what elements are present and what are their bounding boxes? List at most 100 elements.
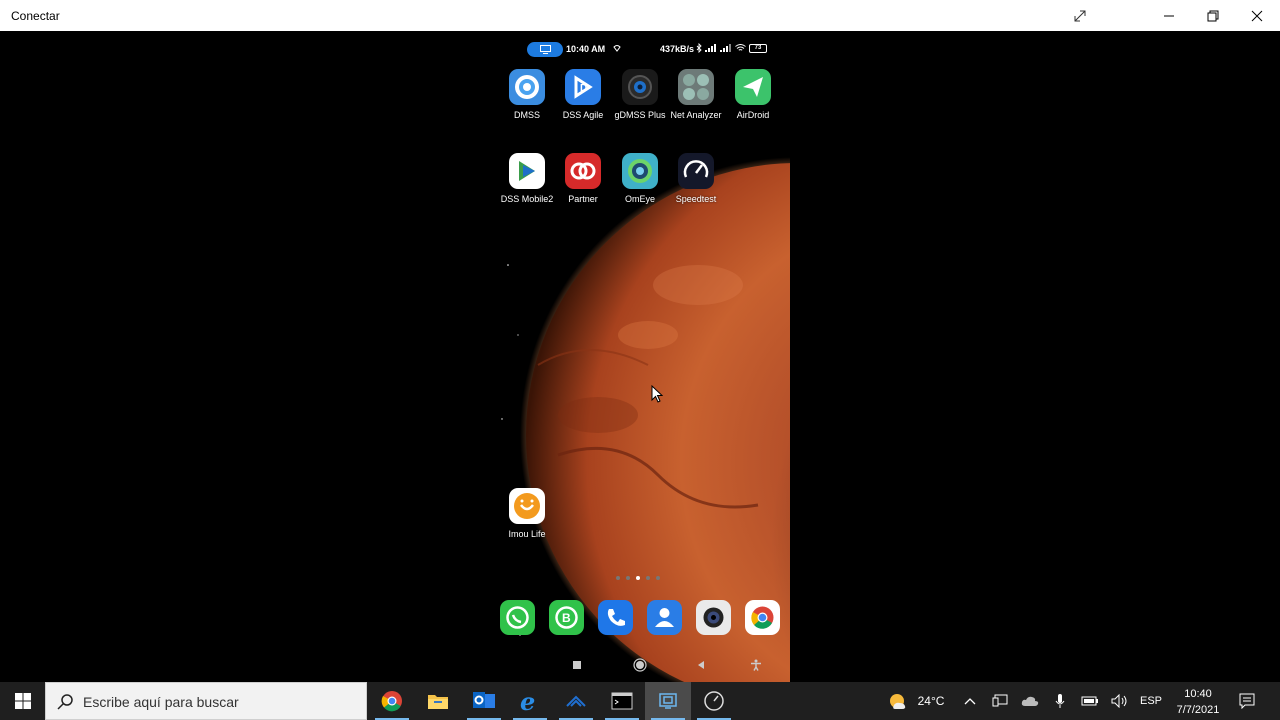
speedtest-icon <box>678 153 714 189</box>
remote-screen[interactable]: 10:40 AM 437kB/s 73 DMSS D DSS Agile gDM… <box>0 31 1280 686</box>
app-dss-agile[interactable]: D DSS Agile <box>553 69 613 120</box>
accessibility-icon[interactable] <box>748 657 764 673</box>
search-icon <box>57 694 73 710</box>
camera-icon[interactable] <box>696 600 731 635</box>
clock-date: 7/7/2021 <box>1176 704 1220 716</box>
onedrive-icon[interactable] <box>1018 682 1042 720</box>
chrome-icon <box>381 691 402 712</box>
outlook-icon <box>473 692 495 708</box>
imou-life-icon <box>509 488 545 524</box>
signal-icon-2 <box>720 44 731 52</box>
chrome-icon[interactable] <box>745 600 780 635</box>
wifi-icon <box>735 44 746 51</box>
clock-app-icon <box>704 691 724 711</box>
page-dot[interactable] <box>646 576 650 580</box>
whatsapp-business-icon[interactable]: B <box>549 600 584 635</box>
volume-icon[interactable] <box>1108 682 1132 720</box>
signal-icon <box>705 44 716 52</box>
terminal-icon <box>611 692 633 710</box>
network-speed: 437kB/s <box>660 44 695 54</box>
mouse-cursor-icon <box>651 385 663 403</box>
app-omeye[interactable]: OmEye <box>610 153 670 204</box>
svg-text:D: D <box>580 83 587 94</box>
app-label: gDMSS Plus <box>614 110 666 120</box>
edge-icon: e <box>520 690 535 712</box>
taskbar-file-explorer[interactable] <box>415 682 461 720</box>
app-imou-life[interactable]: Imou Life <box>498 488 557 539</box>
app-gdmss-plus[interactable]: gDMSS Plus <box>610 69 670 120</box>
dock: B <box>498 600 790 636</box>
taskbar-clock[interactable]: 10:40 7/7/2021 <box>1168 686 1228 718</box>
net-analyzer-icon <box>678 69 714 105</box>
app-airdroid[interactable]: AirDroid <box>723 69 783 120</box>
bluetooth-icon <box>696 43 702 53</box>
title-bar: Conectar <box>0 0 1280 31</box>
page-dot-active[interactable] <box>636 576 640 580</box>
weather-temp[interactable]: 24°C <box>912 682 950 720</box>
back-icon[interactable] <box>693 657 709 673</box>
restore-icon[interactable] <box>1191 0 1235 31</box>
svg-text:B: B <box>562 611 571 625</box>
expand-icon[interactable] <box>1058 0 1102 31</box>
microphone-icon[interactable] <box>1048 682 1072 720</box>
minimize-icon[interactable] <box>1147 0 1191 31</box>
language-indicator[interactable]: ESP <box>1136 682 1166 720</box>
recents-icon[interactable] <box>569 657 585 673</box>
app-label: DSS Mobile2 <box>500 194 554 204</box>
remote-connect-icon <box>659 693 677 709</box>
app-label: Net Analyzer <box>670 110 722 120</box>
battery-level: 73 <box>754 45 762 51</box>
windows-start-icon[interactable] <box>0 682 45 720</box>
dss-agile-icon: D <box>565 69 601 105</box>
page-dot[interactable] <box>626 576 630 580</box>
airdroid-icon <box>735 69 771 105</box>
status-time: 10:40 AM <box>566 44 606 54</box>
partner-icon <box>565 153 601 189</box>
page-dot[interactable] <box>656 576 660 580</box>
phone-icon[interactable] <box>598 600 633 635</box>
mars-wallpaper <box>498 35 790 686</box>
notifications-icon[interactable] <box>1234 682 1260 720</box>
app-speedtest[interactable]: Speedtest <box>666 153 726 204</box>
network-icon[interactable] <box>988 682 1012 720</box>
battery-icon[interactable] <box>1078 682 1102 720</box>
weather-icon[interactable] <box>886 682 910 720</box>
screen-cast-indicator <box>527 42 563 57</box>
close-icon[interactable] <box>1235 0 1279 31</box>
chevron-up-icon[interactable] <box>958 682 982 720</box>
app-label: Imou Life <box>508 529 546 539</box>
app-label: DSS Agile <box>562 110 604 120</box>
taskbar-search-box[interactable]: Escribe aquí para buscar <box>45 682 367 720</box>
dss-mobile2-icon <box>509 153 545 189</box>
app-dss-mobile2[interactable]: DSS Mobile2 <box>498 153 557 204</box>
app-net-analyzer[interactable]: Net Analyzer <box>666 69 726 120</box>
phone-screen[interactable]: 10:40 AM 437kB/s 73 DMSS D DSS Agile gDM… <box>498 35 790 686</box>
file-explorer-icon <box>428 695 448 709</box>
app-label: Speedtest <box>675 194 717 204</box>
taskbar-edge[interactable]: e <box>507 682 553 720</box>
clock-time: 10:40 <box>1184 688 1212 700</box>
search-placeholder: Escribe aquí para buscar <box>83 694 239 710</box>
app-partner[interactable]: Partner <box>553 153 613 204</box>
app-label: OmEye <box>624 194 655 204</box>
contacts-icon[interactable] <box>647 600 682 635</box>
app-label: DMSS <box>513 110 540 120</box>
battery-icon: 73 <box>749 43 767 53</box>
omeye-icon <box>622 153 658 189</box>
gdmss-plus-icon <box>622 69 658 105</box>
app-dmss[interactable]: DMSS <box>498 69 557 120</box>
taskbar-clock-app[interactable] <box>691 682 737 720</box>
dmss-icon <box>509 69 545 105</box>
taskbar-remote-connect[interactable] <box>645 682 691 720</box>
taskbar-terminal[interactable] <box>599 682 645 720</box>
home-icon[interactable] <box>632 657 648 673</box>
whatsapp-icon[interactable] <box>500 600 535 635</box>
monitor-icon <box>539 45 551 54</box>
status-bar: 10:40 AM 437kB/s 73 <box>498 42 790 58</box>
taskbar-chrome[interactable] <box>369 682 415 720</box>
windows-taskbar: Escribe aquí para buscar e 24°C ESP 10:4… <box>0 682 1280 720</box>
app-label: AirDroid <box>736 110 770 120</box>
page-dot[interactable] <box>616 576 620 580</box>
taskbar-app[interactable] <box>553 682 599 720</box>
taskbar-outlook[interactable] <box>461 682 507 720</box>
